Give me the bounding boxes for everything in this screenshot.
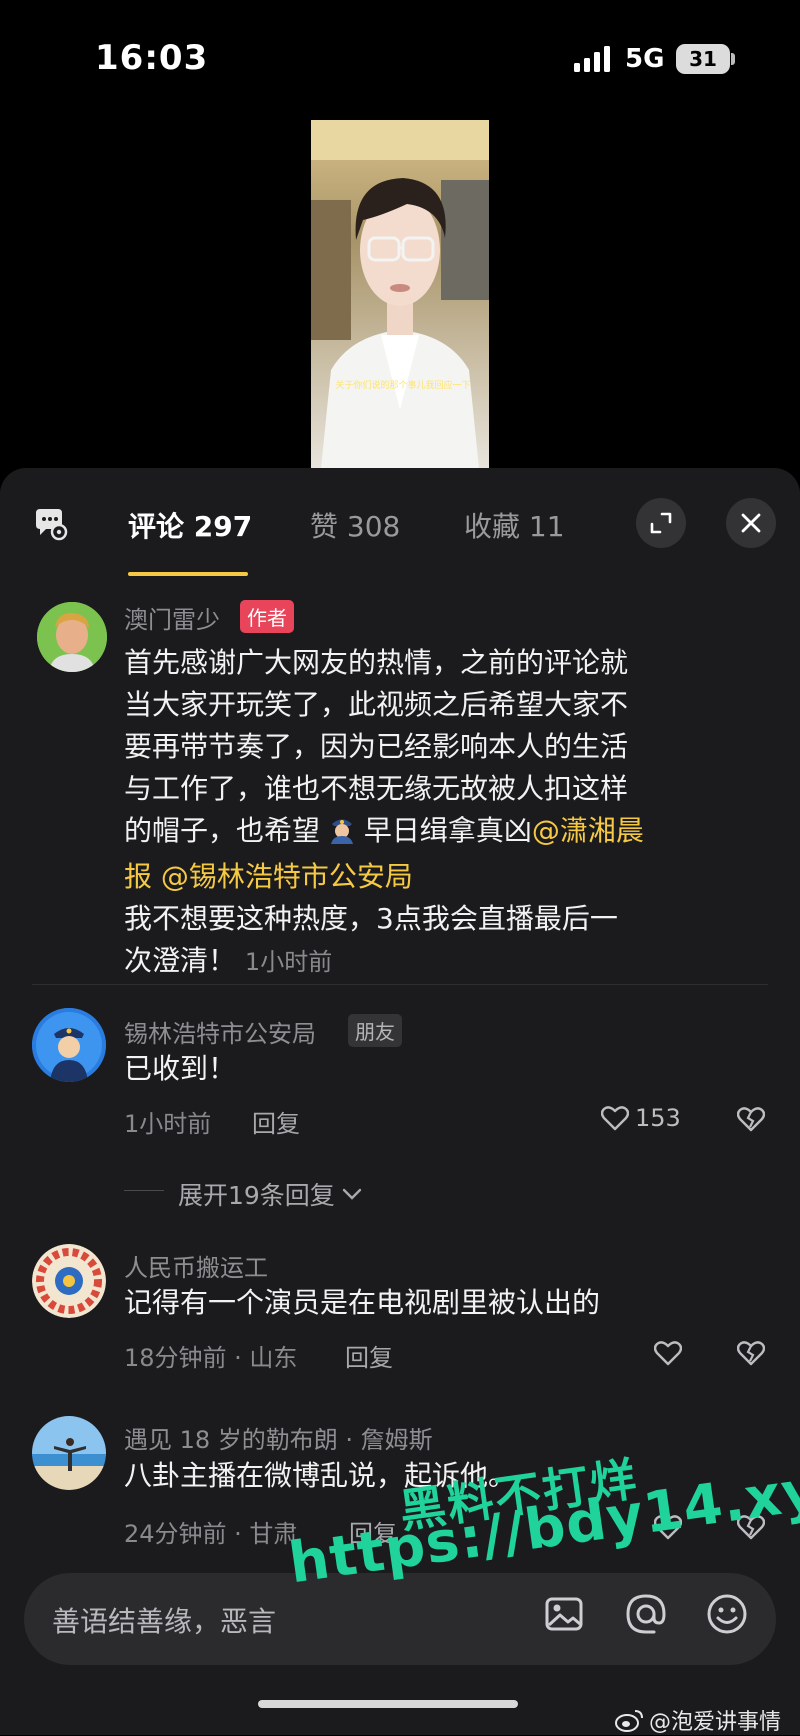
mention-button[interactable] [624,1592,668,1640]
close-button[interactable] [726,498,776,548]
chevron-down-icon [342,1188,362,1200]
battery-nub [731,53,735,65]
expand-icon [650,512,672,534]
comment-meta: 24分钟前 · 甘肃 [124,1520,298,1548]
like-button[interactable]: 153 [601,1104,681,1132]
weibo-credit-label: @泡爱讲事情 [649,1710,782,1735]
comment-username[interactable]: 澳门雷少 [124,600,220,635]
dislike-button[interactable] [736,1340,766,1370]
divider [32,984,768,985]
comment-text: 记得有一个演员是在电视剧里被认出的 [124,1286,601,1319]
comment-time: 1小时前 [244,948,333,976]
like-count: 153 [635,1104,681,1132]
dislike-button[interactable] [736,1106,766,1136]
comment-input-placeholder: 善语结善缘，恶言 [52,1605,277,1638]
avatar[interactable] [32,1008,106,1082]
heart-icon [601,1106,629,1131]
reply-button[interactable]: 回复 [345,1338,393,1373]
emoji-button[interactable] [705,1592,749,1640]
avatar[interactable] [32,1416,106,1490]
home-indicator[interactable] [258,1700,518,1708]
weibo-credit: @泡爱讲事情 [615,1704,781,1736]
comment-text: 已收到！ [124,1052,237,1085]
battery-icon: 31 [676,44,730,74]
mention-link[interactable]: 报 @锡林浩特市公安局 [124,860,413,893]
at-sign-icon [626,1594,666,1634]
expand-replies-button[interactable]: 展开19条回复 [178,1176,363,1212]
signal-icon [574,46,610,72]
heart-icon [653,1341,683,1366]
avatar[interactable] [37,602,107,672]
tab-comments[interactable]: 评论 297 [128,505,252,545]
expand-line [124,1190,164,1191]
emoji-icon [707,1594,747,1634]
image-button[interactable] [544,1594,584,1638]
comment-username[interactable]: 人民币搬运工 [124,1248,268,1283]
comment-text: 首先感谢广大网友的热情，之前的评论就 当大家开玩笑了，此视频之后希望大家不 要再… [124,646,644,977]
chat-settings-icon[interactable] [32,505,68,541]
status-time: 16:03 [95,38,209,78]
reply-button[interactable]: 回复 [252,1104,300,1139]
weibo-logo-icon [615,1710,643,1732]
police-emoji-icon [329,814,355,856]
tab-likes[interactable]: 赞 308 [310,505,400,545]
comment-username[interactable]: 遇见 18 岁的勒布朗 · 詹姆斯 [124,1420,433,1455]
avatar[interactable] [32,1244,106,1318]
active-tab-indicator [128,572,248,576]
broken-heart-icon [736,1107,766,1132]
expand-replies-label: 展开19条回复 [178,1181,335,1210]
expand-button[interactable] [636,498,686,548]
video-thumbnail[interactable]: 关于你们说的那个事儿我回应一下 [311,120,489,468]
mention-link[interactable]: @潇湘晨 [532,814,644,847]
broken-heart-icon [736,1341,766,1366]
close-icon [741,513,761,533]
tab-favorites[interactable]: 收藏 11 [464,505,565,545]
battery-level: 31 [689,47,717,71]
comment-time: 1小时前 [124,1110,212,1138]
comment-meta: 18分钟前 · 山东 [124,1344,298,1372]
like-button[interactable] [653,1340,683,1370]
network-type: 5G [625,44,665,74]
image-icon [545,1597,583,1631]
video-frame-illustration [311,120,489,468]
video-caption: 关于你们说的那个事儿我回应一下 [335,381,471,391]
friend-badge: 朋友 [348,1014,402,1047]
comment-username[interactable]: 锡林浩特市公安局 [124,1014,316,1049]
author-badge: 作者 [240,600,294,633]
